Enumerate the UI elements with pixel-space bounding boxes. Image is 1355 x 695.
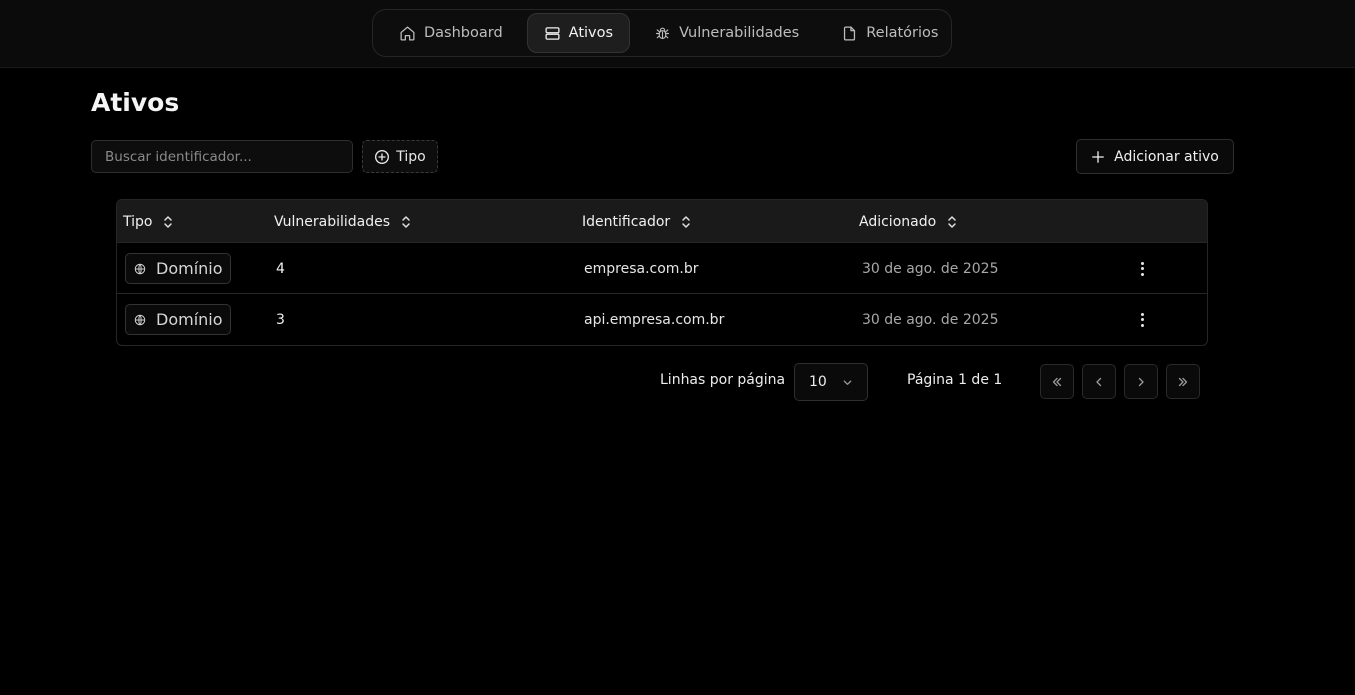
chevrons-right-icon — [1178, 377, 1188, 386]
nav-vulnerabilidades[interactable]: Vulnerabilidades — [638, 13, 815, 53]
sort-icon — [402, 215, 410, 228]
sort-icon — [682, 215, 690, 228]
first-page-button[interactable] — [1040, 364, 1074, 399]
globe-icon — [134, 263, 146, 274]
add-asset-label: Adicionar ativo — [1114, 148, 1219, 165]
chevron-right-icon — [1138, 377, 1144, 386]
nav-vulnerabilidades-label: Vulnerabilidades — [679, 25, 800, 41]
nav-relatorios-label: Relatórios — [866, 25, 939, 41]
type-badge-label: Domínio — [156, 310, 223, 329]
table-row[interactable]: Domínio 4 empresa.com.br 30 de ago. de 2… — [117, 243, 1207, 294]
column-header-label: Vulnerabilidades — [274, 213, 391, 230]
nav-ativos[interactable]: Ativos — [526, 13, 631, 53]
page-info: Página 1 de 1 — [907, 372, 1003, 388]
rows-per-page-label: Linhas por página — [660, 372, 786, 388]
chevron-left-icon — [1096, 377, 1102, 386]
nav-relatorios[interactable]: Relatórios — [825, 13, 954, 53]
rows-per-page-value: 10 — [809, 374, 827, 390]
add-asset-button[interactable]: Adicionar ativo — [1076, 139, 1234, 174]
table-header: Tipo Vulnerabilidades Identificador Adic… — [117, 200, 1207, 243]
plus-circle-icon — [375, 149, 390, 164]
cell-tipo: Domínio — [125, 294, 231, 345]
column-header-tipo[interactable]: Tipo — [123, 200, 174, 243]
assets-table: Tipo Vulnerabilidades Identificador Adic… — [116, 199, 1208, 346]
previous-page-button[interactable] — [1082, 364, 1116, 399]
cell-vulnerabilidades: 3 — [276, 311, 285, 328]
column-header-label: Tipo — [123, 213, 153, 230]
column-header-adicionado[interactable]: Adicionado — [859, 200, 958, 243]
row-actions-button[interactable] — [1133, 243, 1151, 294]
type-filter-button[interactable]: Tipo — [362, 140, 438, 173]
sort-icon — [164, 215, 173, 228]
cell-tipo: Domínio — [125, 243, 231, 294]
type-badge: Domínio — [125, 253, 231, 284]
plus-icon — [1092, 150, 1105, 163]
sort-icon — [948, 215, 956, 228]
search-input[interactable] — [91, 140, 353, 173]
rows-per-page-select[interactable]: 10 — [794, 363, 868, 401]
column-header-vulnerabilidades[interactable]: Vulnerabilidades — [274, 200, 412, 243]
type-badge-label: Domínio — [156, 259, 223, 278]
cell-identificador: empresa.com.br — [584, 260, 699, 277]
server-icon — [545, 26, 560, 40]
cell-identificador: api.empresa.com.br — [584, 311, 725, 328]
column-header-label: Identificador — [582, 213, 671, 230]
file-icon — [844, 25, 856, 41]
more-vertical-icon — [1140, 312, 1144, 327]
next-page-button[interactable] — [1124, 364, 1158, 399]
chevrons-left-icon — [1052, 377, 1062, 386]
type-filter-label: Tipo — [396, 148, 426, 165]
top-bar: Dashboard Ativos Vulnerabilidades Relató… — [0, 0, 1355, 68]
last-page-button[interactable] — [1166, 364, 1200, 399]
cell-adicionado: 30 de ago. de 2025 — [862, 260, 999, 277]
row-actions-button[interactable] — [1133, 294, 1151, 345]
more-vertical-icon — [1140, 261, 1144, 276]
main-nav: Dashboard Ativos Vulnerabilidades Relató… — [372, 9, 952, 57]
table-row[interactable]: Domínio 3 api.empresa.com.br 30 de ago. … — [117, 294, 1207, 345]
cell-adicionado: 30 de ago. de 2025 — [862, 311, 999, 328]
nav-dashboard[interactable]: Dashboard — [383, 13, 519, 53]
column-header-label: Adicionado — [859, 213, 937, 230]
type-badge: Domínio — [125, 304, 231, 335]
chevron-down-icon — [843, 379, 852, 385]
cell-vulnerabilidades: 4 — [276, 260, 285, 277]
nav-dashboard-label: Dashboard — [424, 25, 503, 41]
home-icon — [400, 25, 415, 41]
nav-ativos-label: Ativos — [568, 25, 614, 41]
bug-icon — [655, 27, 670, 39]
page-title: Ativos — [91, 88, 180, 117]
globe-icon — [134, 314, 146, 325]
column-header-identificador[interactable]: Identificador — [582, 200, 692, 243]
